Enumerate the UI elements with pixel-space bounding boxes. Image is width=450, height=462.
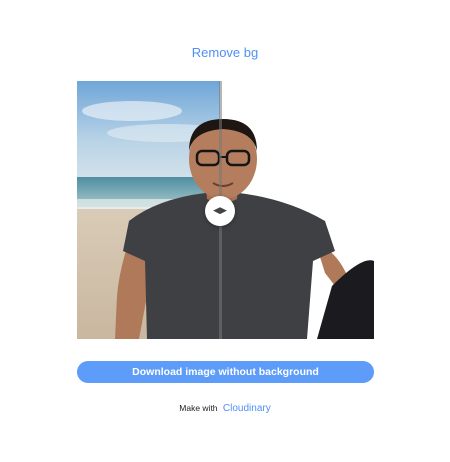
cloudinary-link[interactable]: Cloudinary: [223, 403, 271, 414]
before-after-comparison[interactable]: ◀▶: [77, 81, 374, 339]
slider-handle[interactable]: ◀▶: [205, 196, 235, 226]
footer: Make with Cloudinary: [0, 403, 450, 414]
footer-prefix: Make with: [179, 403, 218, 413]
page-title: Remove bg: [191, 45, 259, 60]
download-button[interactable]: Download image without background: [77, 361, 374, 383]
remove-bg-app: Remove bg ◀▶ Download image without back…: [0, 0, 450, 462]
left-right-arrows-icon: ◀▶: [213, 205, 227, 216]
